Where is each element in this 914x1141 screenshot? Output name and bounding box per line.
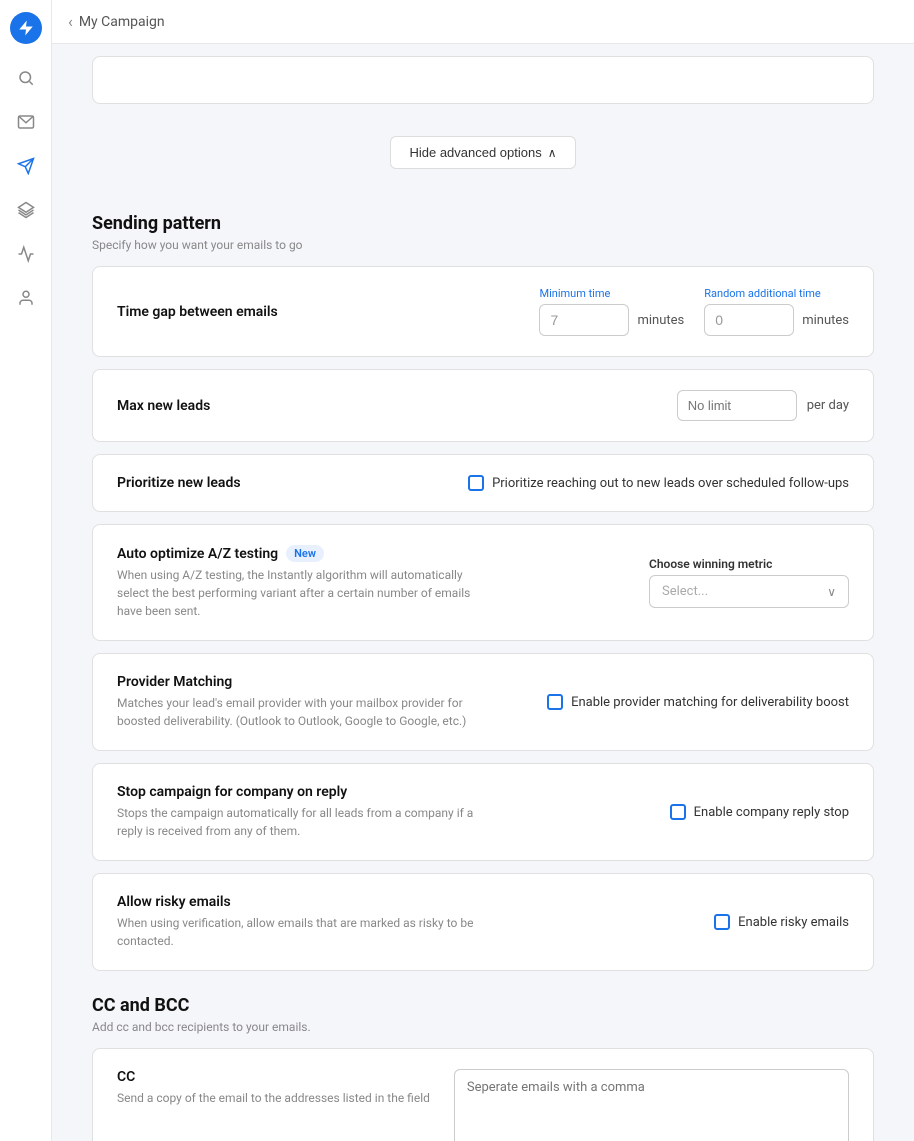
random-time-input[interactable] (704, 304, 794, 336)
cc-bcc-subtitle: Add cc and bcc recipients to your emails… (92, 1020, 874, 1034)
min-time-input-group: minutes (539, 304, 684, 336)
max-leads-unit: per day (807, 398, 849, 413)
time-gap-card: Time gap between emails Minimum time min… (92, 266, 874, 357)
section-title: Sending pattern (92, 213, 874, 234)
cc-bcc-title: CC and BCC (92, 995, 874, 1016)
prioritize-card: Prioritize new leads Prioritize reaching… (92, 454, 874, 512)
az-testing-left: Auto optimize A/Z testing New When using… (117, 545, 477, 620)
risky-emails-desc: When using verification, allow emails th… (117, 914, 477, 950)
risky-emails-label: Allow risky emails (117, 894, 477, 910)
content-area: Hide advanced options ∧ Sending pattern … (52, 44, 914, 1141)
az-label: Auto optimize A/Z testing (117, 546, 278, 562)
prioritize-checkbox[interactable] (468, 475, 484, 491)
hide-advanced-label: Hide advanced options (409, 145, 541, 160)
prioritize-label: Prioritize new leads (117, 475, 241, 491)
chart-icon[interactable] (8, 236, 44, 272)
stop-campaign-label: Stop campaign for company on reply (117, 784, 477, 800)
provider-matching-label: Provider Matching (117, 674, 477, 690)
main-content: ‹ My Campaign Hide advanced options ∧ Se… (52, 0, 914, 1141)
winning-metric-select[interactable]: Select... ∨ (649, 575, 849, 608)
provider-matching-desc: Matches your lead's email provider with … (117, 694, 477, 730)
hide-advanced-button[interactable]: Hide advanced options ∧ (390, 136, 575, 169)
campaign-title: My Campaign (79, 14, 165, 30)
time-gap-left: Time gap between emails (117, 304, 278, 320)
chevron-up-icon: ∧ (548, 146, 557, 160)
az-desc: When using A/Z testing, the Instantly al… (117, 566, 477, 620)
back-chevron-icon: ‹ (68, 12, 73, 31)
cc-card: CC Send a copy of the email to the addre… (92, 1048, 874, 1141)
top-card-stub (92, 56, 874, 104)
max-leads-label: Max new leads (117, 398, 210, 414)
stop-campaign-checkbox-label: Enable company reply stop (694, 805, 849, 820)
sending-pattern-section: Sending pattern Specify how you want you… (92, 213, 874, 971)
min-time-group: Minimum time minutes (539, 287, 684, 336)
user-icon[interactable] (8, 280, 44, 316)
cc-right (454, 1069, 849, 1141)
stop-campaign-card: Stop campaign for company on reply Stops… (92, 763, 874, 861)
prioritize-checkbox-label: Prioritize reaching out to new leads ove… (492, 476, 849, 491)
random-time-group: Random additional time minutes (704, 287, 849, 336)
topbar: ‹ My Campaign (52, 0, 914, 44)
max-leads-row: Max new leads per day (117, 390, 849, 421)
az-testing-row: Auto optimize A/Z testing New When using… (117, 545, 849, 620)
select-placeholder: Select... (662, 584, 708, 599)
send-icon[interactable] (8, 148, 44, 184)
cc-left: CC Send a copy of the email to the addre… (117, 1069, 430, 1107)
stop-campaign-row: Stop campaign for company on reply Stops… (117, 784, 849, 840)
prioritize-row: Prioritize new leads Prioritize reaching… (117, 475, 849, 491)
stop-campaign-checkbox[interactable] (670, 804, 686, 820)
risky-emails-checkbox[interactable] (714, 914, 730, 930)
cc-desc: Send a copy of the email to the addresse… (117, 1089, 430, 1107)
provider-matching-checkbox[interactable] (547, 694, 563, 710)
random-time-input-group: minutes (704, 304, 849, 336)
time-gap-inputs: Minimum time minutes Random additional t… (539, 287, 849, 336)
layers-icon[interactable] (8, 192, 44, 228)
random-time-label: Random additional time (704, 287, 849, 300)
min-time-unit: minutes (637, 313, 684, 328)
mail-icon[interactable] (8, 104, 44, 140)
chevron-down-icon: ∨ (827, 585, 836, 599)
section-subtitle: Specify how you want your emails to go (92, 238, 874, 252)
stop-campaign-left: Stop campaign for company on reply Stops… (117, 784, 477, 840)
max-leads-input[interactable] (677, 390, 797, 421)
search-icon[interactable] (8, 60, 44, 96)
new-badge: New (286, 545, 324, 562)
back-button[interactable]: ‹ My Campaign (68, 12, 165, 31)
app-logo (10, 12, 42, 44)
risky-emails-checkbox-label: Enable risky emails (738, 915, 849, 930)
sidebar (0, 0, 52, 1141)
risky-emails-left: Allow risky emails When using verificati… (117, 894, 477, 950)
min-time-input[interactable] (539, 304, 629, 336)
max-leads-card: Max new leads per day (92, 369, 874, 442)
random-time-unit: minutes (802, 313, 849, 328)
provider-matching-checkbox-row[interactable]: Enable provider matching for deliverabil… (547, 694, 849, 710)
risky-emails-row: Allow risky emails When using verificati… (117, 894, 849, 950)
az-header: Auto optimize A/Z testing New (117, 545, 477, 562)
cc-bcc-section: CC and BCC Add cc and bcc recipients to … (92, 995, 874, 1141)
winning-metric-label: Choose winning metric (649, 557, 849, 571)
provider-matching-card: Provider Matching Matches your lead's em… (92, 653, 874, 751)
provider-matching-row: Provider Matching Matches your lead's em… (117, 674, 849, 730)
stop-campaign-checkbox-row[interactable]: Enable company reply stop (670, 804, 849, 820)
risky-emails-card: Allow risky emails When using verificati… (92, 873, 874, 971)
risky-emails-checkbox-row[interactable]: Enable risky emails (714, 914, 849, 930)
time-gap-label: Time gap between emails (117, 304, 278, 320)
provider-matching-checkbox-label: Enable provider matching for deliverabil… (571, 695, 849, 710)
prioritize-checkbox-row[interactable]: Prioritize reaching out to new leads ove… (468, 475, 849, 491)
min-time-label: Minimum time (539, 287, 684, 300)
az-testing-card: Auto optimize A/Z testing New When using… (92, 524, 874, 641)
stop-campaign-desc: Stops the campaign automatically for all… (117, 804, 477, 840)
max-leads-input-group: per day (677, 390, 849, 421)
time-gap-row: Time gap between emails Minimum time min… (117, 287, 849, 336)
cc-input[interactable] (454, 1069, 849, 1141)
provider-matching-left: Provider Matching Matches your lead's em… (117, 674, 477, 730)
az-right: Choose winning metric Select... ∨ (649, 557, 849, 608)
cc-label: CC (117, 1069, 430, 1085)
